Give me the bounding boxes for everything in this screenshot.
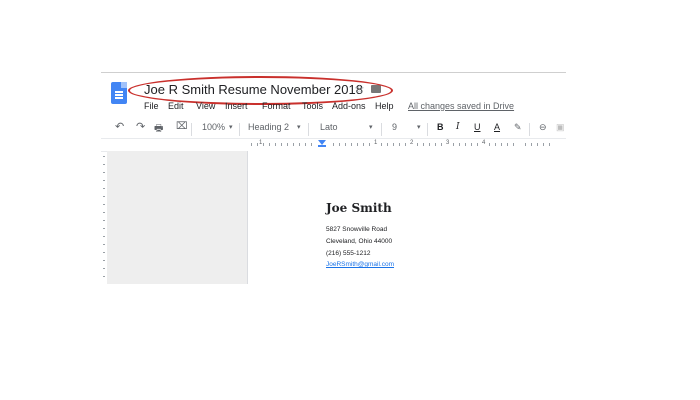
toolbar-divider	[191, 123, 192, 136]
chevron-down-icon[interactable]: ▾	[417, 123, 421, 131]
zoom-select[interactable]: 100%	[202, 122, 225, 132]
link-icon[interactable]: ⊖	[539, 122, 547, 133]
window-top-border	[101, 72, 566, 73]
font-size-select[interactable]: 9	[392, 122, 397, 132]
indent-marker-icon[interactable]	[318, 140, 326, 148]
menu-edit[interactable]: Edit	[168, 101, 184, 111]
style-select[interactable]: Heading 2	[248, 122, 289, 132]
underline-button[interactable]: U	[474, 122, 481, 132]
redo-icon[interactable]: ↷	[136, 120, 145, 133]
undo-icon[interactable]: ↶	[115, 120, 124, 133]
resume-email-link[interactable]: JoeRSmith@gmail.com	[326, 261, 394, 268]
document-page[interactable]: Joe Smith 5827 Snowville Road Cleveland,…	[247, 151, 566, 284]
ruler-label: 3	[446, 140, 450, 146]
menu-tools[interactable]: Tools	[302, 101, 323, 111]
text-color-button[interactable]: A	[494, 122, 500, 132]
menu-help[interactable]: Help	[375, 101, 394, 111]
chevron-down-icon[interactable]: ▾	[369, 123, 373, 131]
menu-file[interactable]: File	[144, 101, 159, 111]
docs-window: Joe R Smith Resume November 2018 ☆ File …	[101, 72, 566, 284]
ruler-label: 1	[374, 140, 378, 146]
toolbar-divider	[308, 123, 309, 136]
horizontal-ruler[interactable]: 1 1 2 3 4	[101, 138, 566, 152]
italic-button[interactable]: I	[456, 122, 460, 132]
resume-name[interactable]: Joe Smith	[326, 201, 392, 215]
ruler-label: 2	[410, 140, 414, 146]
print-icon[interactable]: 🖶	[154, 121, 163, 138]
resume-phone[interactable]: (216) 555-1212	[326, 250, 370, 257]
chevron-down-icon[interactable]: ▾	[229, 123, 233, 131]
ruler-label: 1	[259, 140, 263, 146]
menu-bar: File Edit View Insert Format Tools Add-o…	[101, 101, 566, 115]
document-canvas: Joe Smith 5827 Snowville Road Cleveland,…	[107, 151, 566, 284]
resume-city[interactable]: Cleveland, Ohio 44000	[326, 238, 392, 245]
ruler-label: 4	[482, 140, 486, 146]
font-select[interactable]: Lato	[320, 122, 338, 132]
toolbar-divider	[427, 123, 428, 136]
resume-address[interactable]: 5827 Snowville Road	[326, 226, 387, 233]
menu-view[interactable]: View	[196, 101, 215, 111]
menu-addons[interactable]: Add-ons	[332, 101, 366, 111]
toolbar: ↶ ↷ 🖶 ⌧ 100% ▾ Heading 2 ▾ Lato ▾ 9 ▾ B …	[101, 120, 566, 140]
menu-format[interactable]: Format	[262, 101, 291, 111]
highlight-icon[interactable]: ✎	[514, 122, 522, 133]
toolbar-divider	[381, 123, 382, 136]
toolbar-divider	[239, 123, 240, 136]
comment-icon[interactable]: ▣	[556, 122, 565, 133]
bold-button[interactable]: B	[437, 122, 444, 132]
menu-insert[interactable]: Insert	[225, 101, 248, 111]
save-status-link[interactable]: All changes saved in Drive	[408, 101, 514, 111]
paint-format-icon[interactable]: ⌧	[176, 121, 188, 132]
chevron-down-icon[interactable]: ▾	[297, 123, 301, 131]
toolbar-divider	[529, 123, 530, 136]
